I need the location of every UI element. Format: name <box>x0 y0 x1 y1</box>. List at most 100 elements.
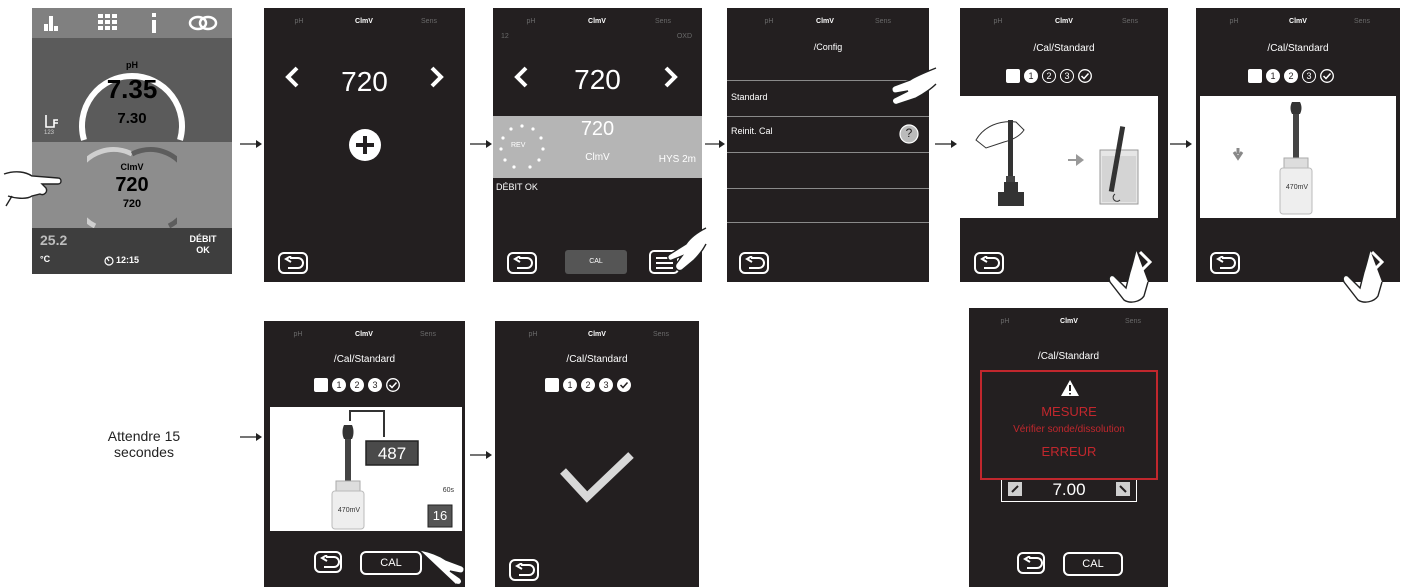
step-1: 1 <box>1024 69 1038 83</box>
temperature-value: 25.2 <box>40 232 68 248</box>
tab-sens[interactable]: Sens <box>1332 18 1392 25</box>
back-button[interactable] <box>974 252 1004 274</box>
measure-panel: REV 720 ClmV HYS 2m <box>493 116 702 178</box>
page-title: /Cal/Standard <box>1033 43 1095 54</box>
tab-ph[interactable]: pH <box>739 18 799 25</box>
step-indicator: 1 2 3 <box>314 378 414 394</box>
cal-error-screen: pH ClmV Sens /Cal/Standard MESURE Vérifi… <box>969 308 1168 587</box>
tab-clmv[interactable]: ClmV <box>795 18 855 25</box>
success-check-icon <box>560 452 634 503</box>
tab-ph[interactable]: pH <box>975 318 1035 325</box>
page-title: /Config <box>813 42 843 52</box>
flow-status-1: DÉBIT <box>189 234 217 244</box>
back-button[interactable] <box>1210 252 1240 274</box>
tab-sens[interactable]: Sens <box>853 18 913 25</box>
tab-sens[interactable]: Sens <box>1103 318 1163 325</box>
tab-ph[interactable]: pH <box>503 331 563 338</box>
back-button[interactable] <box>739 252 769 274</box>
ph-panel[interactable]: pH 7.35 7.30 123 <box>32 38 232 142</box>
wait-caption: Attendre 15 secondes <box>107 428 181 460</box>
measure-value: 720 <box>580 118 615 140</box>
tab-sens[interactable]: Sens <box>398 331 458 338</box>
back-icon <box>745 256 765 269</box>
pointing-hand-icon <box>419 549 465 586</box>
page-title: /Cal/Standard <box>333 354 396 365</box>
back-icon <box>980 256 1000 269</box>
info-icon[interactable] <box>150 13 158 33</box>
tab-clmv[interactable]: ClmV <box>567 331 627 338</box>
clock-icon <box>104 256 114 266</box>
bottle-label: 470mV <box>337 507 361 514</box>
tab-bar: pH ClmV Sens <box>264 331 465 343</box>
tab-bar: pH ClmV Sens <box>960 18 1168 30</box>
step-start <box>1006 69 1020 83</box>
step-done-icon <box>1078 69 1092 83</box>
back-icon <box>1216 256 1236 269</box>
back-icon <box>284 256 304 269</box>
grid-icon[interactable] <box>98 14 118 32</box>
tab-clmv[interactable]: ClmV <box>334 331 394 338</box>
back-button[interactable] <box>507 252 537 274</box>
cal-step1-screen: pH ClmV Sens /Cal/Standard 1 2 3 <box>960 8 1168 282</box>
cal-button[interactable]: CAL <box>565 250 627 274</box>
step-start <box>314 378 328 392</box>
tab-clmv[interactable]: ClmV <box>567 18 627 25</box>
tab-sens[interactable]: Sens <box>1100 18 1160 25</box>
pointing-hand-icon <box>1342 249 1383 303</box>
cal-button[interactable]: CAL <box>1063 552 1123 576</box>
home-toolbar <box>32 8 232 38</box>
tab-ph[interactable]: pH <box>968 18 1028 25</box>
cal-button[interactable]: CAL <box>360 551 422 575</box>
step-start <box>545 378 559 392</box>
tab-bar: pH ClmV Sens <box>493 18 702 30</box>
error-line-2: Vérifier sonde/dissolution <box>1013 424 1125 435</box>
step-2: 2 <box>581 378 595 392</box>
step-3: 3 <box>1060 69 1074 83</box>
range-max-label: OXD <box>676 33 692 40</box>
tab-sens[interactable]: Sens <box>631 331 691 338</box>
stats-icon[interactable] <box>42 14 60 32</box>
ph-value: 7.35 <box>106 74 158 104</box>
error-dialog: MESURE Vérifier sonde/dissolution ERREUR <box>980 370 1158 480</box>
tab-ph[interactable]: pH <box>501 18 561 25</box>
error-line-3: ERREUR <box>1041 444 1097 459</box>
tab-clmv[interactable]: ClmV <box>1039 318 1099 325</box>
cal-step2-screen: pH ClmV Sens /Cal/Standard 1 2 3 470mV <box>1196 8 1400 282</box>
error-line-1: MESURE <box>1041 404 1097 419</box>
menu-item-standard[interactable]: Standard <box>731 92 768 102</box>
pointing-hand-icon <box>3 171 62 207</box>
ph-setpoint: 7.30 <box>117 110 147 127</box>
link-icon[interactable] <box>188 14 218 32</box>
tab-bar: pH ClmV Sens <box>1196 18 1400 30</box>
increase-icon[interactable] <box>1114 482 1132 498</box>
remove-probe-illustration <box>975 120 1139 206</box>
next-arrow-icon[interactable] <box>663 66 679 88</box>
tab-sens[interactable]: Sens <box>633 18 693 25</box>
tab-ph[interactable]: pH <box>268 331 328 338</box>
step-1: 1 <box>563 378 577 392</box>
next-arrow-icon[interactable] <box>429 66 445 88</box>
back-button[interactable] <box>1017 552 1045 574</box>
step-done-icon <box>386 378 400 392</box>
tab-ph[interactable]: pH <box>269 18 329 25</box>
back-button[interactable] <box>278 252 308 274</box>
flow-arrow-7 <box>470 451 492 459</box>
tab-clmv[interactable]: ClmV <box>1268 18 1328 25</box>
tab-clmv[interactable]: ClmV <box>334 18 394 25</box>
tab-ph[interactable]: pH <box>1204 18 1264 25</box>
add-icon[interactable] <box>348 128 382 162</box>
dosing-icon <box>45 115 58 128</box>
step-1: 1 <box>1266 69 1280 83</box>
ph-label: pH <box>126 60 138 70</box>
back-icon <box>320 555 340 568</box>
insert-probe-illustration <box>1232 102 1313 215</box>
tab-bar: pH ClmV Sens <box>495 331 699 343</box>
flow-arrow-3 <box>705 140 725 148</box>
back-button[interactable] <box>314 551 342 573</box>
back-button[interactable] <box>509 559 539 581</box>
tab-clmv[interactable]: ClmV <box>1034 18 1094 25</box>
help-glyph: ? <box>905 126 913 140</box>
pointing-hand-icon <box>1108 249 1149 303</box>
menu-item-reinit-cal[interactable]: Reinit. Cal <box>731 126 773 136</box>
tab-sens[interactable]: Sens <box>399 18 459 25</box>
